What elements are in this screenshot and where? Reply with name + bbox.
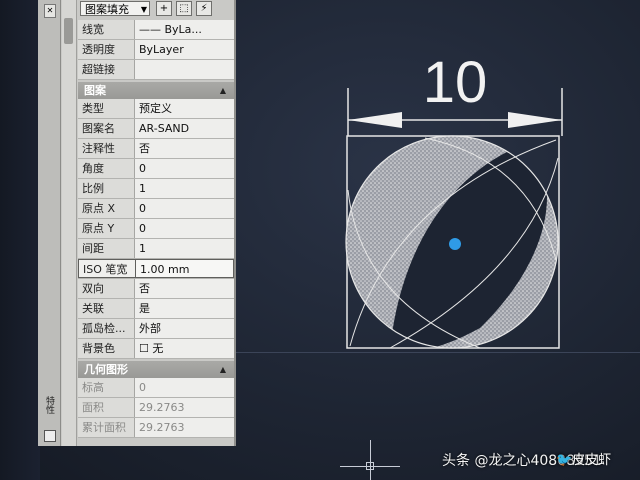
palette-settings-icon[interactable] — [44, 430, 56, 442]
geometry-rows: 标高 0 面积 29.2763 累计面积 29.2763 — [78, 378, 234, 438]
property-row[interactable]: 累计面积 29.2763 — [78, 418, 234, 438]
property-row[interactable]: 注释性否 — [78, 139, 234, 159]
toggle-pickadd-button[interactable]: + — [156, 1, 172, 16]
property-row[interactable]: 间距 1 — [78, 239, 234, 259]
crosshair-pickbox — [366, 462, 374, 470]
property-row[interactable]: 原点 X0 — [78, 199, 234, 219]
property-value[interactable]: 是 — [135, 299, 234, 318]
property-row[interactable]: 标高 0 — [78, 378, 234, 398]
dimension-annotation[interactable]: 10 — [347, 50, 563, 136]
close-icon[interactable]: ✕ — [44, 4, 56, 18]
property-value[interactable]: 否 — [135, 279, 234, 298]
crosshair-cursor-vertical — [370, 440, 371, 480]
property-key: 透明度 — [78, 40, 135, 59]
property-value: 0 — [135, 378, 234, 397]
object-type-dropdown[interactable]: 图案填充 ▼ — [80, 1, 150, 16]
property-key: 类型 — [78, 99, 135, 118]
property-value[interactable]: 0 — [135, 199, 234, 218]
property-value[interactable] — [135, 60, 234, 79]
property-key: 线宽 — [78, 20, 135, 39]
property-key: 面积 — [78, 398, 135, 417]
property-key: 孤岛检... — [78, 319, 135, 338]
dimension-arrow-left — [348, 112, 402, 128]
property-row[interactable]: 原点 Y0 — [78, 219, 234, 239]
pattern-rows: 类型 预定义 图案名 AR-SAND 注释性否 角度 0 比例 1 原点 X0 原点 Y… — [78, 99, 234, 359]
property-value[interactable]: ByLayer — [135, 40, 234, 59]
left-dock-strip — [0, 0, 40, 480]
property-value[interactable]: AR-SAND — [135, 119, 234, 138]
property-row[interactable]: 角度 0 — [78, 159, 234, 179]
property-row[interactable]: 关联是 — [78, 299, 234, 319]
section-title: 图案 — [84, 84, 106, 97]
property-key: 累计面积 — [78, 418, 135, 437]
property-value[interactable]: 否 — [135, 139, 234, 158]
select-objects-icon[interactable]: ⬚ — [176, 1, 192, 16]
property-value[interactable]: 外部 — [135, 319, 234, 338]
general-rows: 线宽 —— ByLa... 透明度 ByLayer 超链接 — [78, 20, 234, 80]
property-row[interactable]: 面积 29.2763 — [78, 398, 234, 418]
property-row[interactable]: 类型 预定义 — [78, 99, 234, 119]
property-value[interactable]: —— ByLa... — [135, 20, 234, 39]
properties-palette: ✕ 特性 图案填充 ▼ + ⬚ ⚡ 线宽 —— ByLa... 透明度 ByLa… — [38, 0, 236, 446]
cad-drawing[interactable]: 10 — [330, 50, 580, 370]
property-key: 关联 — [78, 299, 135, 318]
palette-scrollbar[interactable] — [62, 0, 77, 446]
collapse-icon: ▲ — [219, 86, 226, 95]
property-key: 双向 — [78, 279, 135, 298]
property-value: 29.2763 — [135, 418, 234, 437]
dimension-text: 10 — [423, 50, 488, 115]
property-row[interactable]: 双向否 — [78, 279, 234, 299]
property-key: 标高 — [78, 378, 135, 397]
property-key: 图案名 — [78, 119, 135, 138]
palette-title: 特性 — [44, 396, 54, 414]
quick-select-icon[interactable]: ⚡ — [196, 1, 212, 16]
palette-toolbar: 图案填充 ▼ + ⬚ ⚡ — [78, 0, 234, 20]
property-row[interactable]: 线宽 —— ByLa... — [78, 20, 234, 40]
property-value[interactable]: 1 — [135, 239, 234, 258]
chevron-down-icon: ▼ — [140, 5, 147, 14]
property-row[interactable]: 图案名 AR-SAND — [78, 119, 234, 139]
section-title: 几何图形 — [84, 363, 128, 376]
property-row[interactable]: 孤岛检... 外部 — [78, 319, 234, 339]
property-value[interactable]: 0 — [135, 159, 234, 178]
scrollbar-thumb[interactable] — [64, 18, 73, 44]
section-header-geometry[interactable]: 几何图形 ▲ — [78, 361, 234, 378]
collapse-icon: ▲ — [219, 365, 226, 374]
property-row[interactable]: 比例 1 — [78, 179, 234, 199]
palette-content: 图案填充 ▼ + ⬚ ⚡ 线宽 —— ByLa... 透明度 ByLayer 超… — [78, 0, 234, 438]
property-value: 29.2763 — [135, 398, 234, 417]
property-value[interactable]: ☐ 无 — [135, 339, 234, 358]
watermark-logo: 🐦皮皮虾 — [556, 453, 612, 468]
property-value[interactable]: 1.00 mm — [136, 259, 234, 278]
property-value[interactable]: 1 — [135, 179, 234, 198]
property-row[interactable]: 超链接 — [78, 60, 234, 80]
property-key: 原点 X — [78, 199, 135, 218]
property-row[interactable]: 透明度 ByLayer — [78, 40, 234, 60]
property-key: ISO 笔宽 — [78, 259, 136, 278]
property-key: 角度 — [78, 159, 135, 178]
section-header-pattern[interactable]: 图案 ▲ — [78, 82, 234, 99]
center-point[interactable] — [449, 238, 461, 250]
object-type-value: 图案填充 — [85, 3, 129, 16]
property-row[interactable]: 背景色 ☐ 无 — [78, 339, 234, 359]
property-row-selected[interactable]: ISO 笔宽 1.00 mm — [78, 259, 234, 279]
property-key: 原点 Y — [78, 219, 135, 238]
palette-title-bar[interactable]: ✕ 特性 — [38, 0, 61, 446]
property-value[interactable]: 0 — [135, 219, 234, 238]
property-value[interactable]: 预定义 — [135, 99, 234, 118]
property-key: 间距 — [78, 239, 135, 258]
property-key: 背景色 — [78, 339, 135, 358]
property-key: 注释性 — [78, 139, 135, 158]
dimension-arrow-right — [508, 112, 562, 128]
property-key: 比例 — [78, 179, 135, 198]
property-key: 超链接 — [78, 60, 135, 79]
